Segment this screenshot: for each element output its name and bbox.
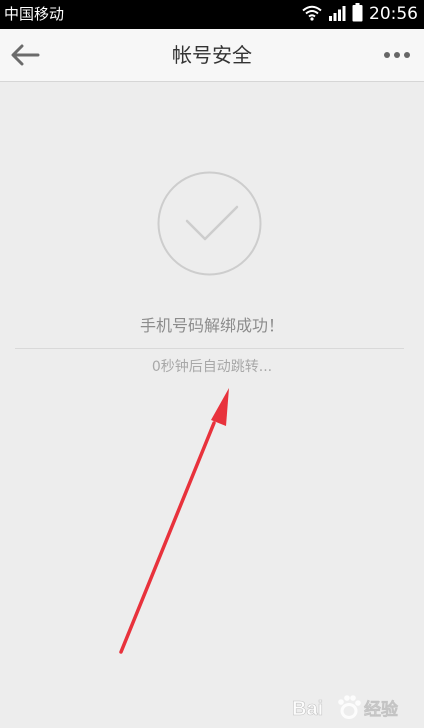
battery-icon <box>352 3 363 26</box>
more-dots-icon <box>384 52 410 58</box>
signal-icon <box>328 5 346 25</box>
carrier-label: 中国移动 <box>4 5 65 23</box>
redirect-countdown: 0秒钟后自动跳转... <box>151 359 273 375</box>
arrow-left-icon <box>11 44 40 66</box>
checkmark-circle-icon <box>157 171 262 276</box>
success-message: 手机号码解绑成功！ <box>139 316 284 335</box>
back-button[interactable] <box>6 37 44 73</box>
divider <box>15 348 404 349</box>
nav-bar: 帐号安全 <box>0 29 424 82</box>
more-button[interactable] <box>380 41 414 69</box>
wifi-icon <box>302 5 322 25</box>
status-time: 20:56 <box>369 4 418 24</box>
status-icons: 20:56 <box>302 3 418 26</box>
svg-text:Bai: Bai <box>292 698 323 720</box>
watermark-logo: Bai 经验 <box>292 690 402 724</box>
status-bar: 中国移动 20:56 <box>0 0 424 29</box>
screen: 中国移动 20:56 帐号安全 手机号码解绑成功！ 0秒钟后自动跳转... Ba… <box>0 0 424 728</box>
page-title: 帐号安全 <box>172 43 252 67</box>
svg-text:经验: 经验 <box>364 699 399 720</box>
